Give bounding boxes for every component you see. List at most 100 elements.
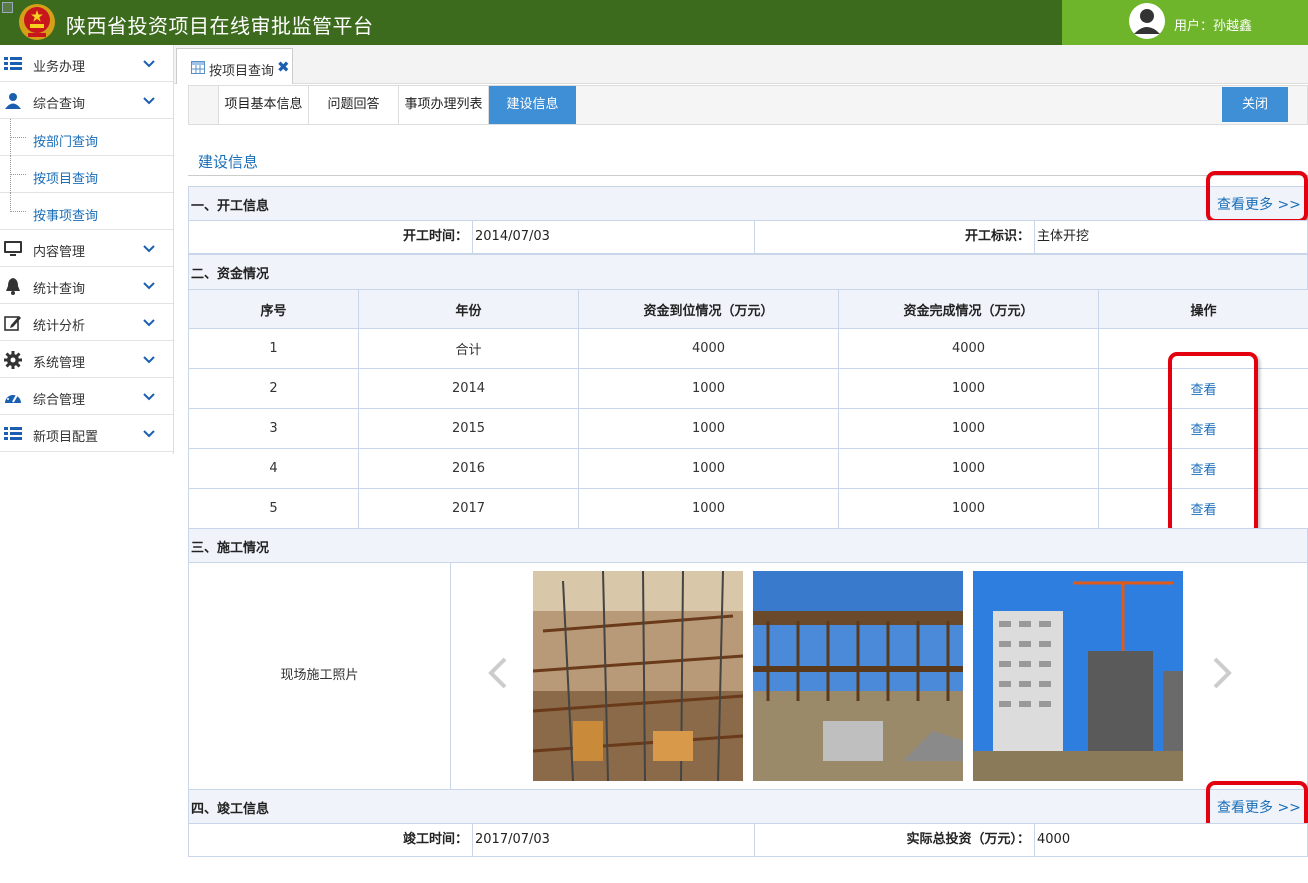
cell-done: 4000 xyxy=(838,328,1099,369)
cell-arrived: 4000 xyxy=(578,328,839,369)
tab-questions[interactable]: 问题回答 xyxy=(308,86,398,124)
sidebar-subitem-label: 按项目查询 xyxy=(33,172,99,187)
start-info-title: 一、开工信息 xyxy=(191,199,270,214)
construction-bar: 三、施工情况 xyxy=(188,528,1308,563)
sidebar-item-label: 综合管理 xyxy=(33,393,86,408)
table-row: 5 2017 1000 1000 查看 xyxy=(188,488,1308,529)
user-label[interactable]: 用户：孙越鑫 xyxy=(1174,15,1252,34)
sidebar-subitem-label: 按事项查询 xyxy=(33,209,99,224)
completion-title: 四、竣工信息 xyxy=(191,802,270,817)
list-icon xyxy=(4,427,22,440)
start-mark-label: 开工标识： xyxy=(755,221,1035,253)
sidebar-item-general[interactable]: 综合管理 xyxy=(0,378,173,415)
cell-arrived: 1000 xyxy=(578,488,839,529)
start-info-row: 开工时间： 2014/07/03 开工标识： 主体开挖 xyxy=(188,220,1308,254)
cell-arrived: 1000 xyxy=(578,448,839,489)
tab-label: 按项目查询 xyxy=(209,64,275,79)
dashboard-icon xyxy=(5,393,21,403)
cell-no: 3 xyxy=(188,408,359,449)
highlight-box xyxy=(1168,352,1258,536)
sidebar-item-query[interactable]: 综合查询 xyxy=(0,82,173,119)
sub-tab-bar: 项目基本信息 问题回答 事项办理列表 建设信息 xyxy=(188,85,1308,125)
chevron-down-icon xyxy=(143,393,155,401)
start-info-bar: 一、开工信息 xyxy=(188,186,1308,221)
buildings-photo-image xyxy=(973,571,1183,781)
user-icon xyxy=(5,93,21,109)
actual-investment-value: 4000 xyxy=(1037,832,1071,847)
column-header: 资金到位情况（万元） xyxy=(578,289,839,329)
sidebar-item-label: 综合查询 xyxy=(33,97,86,112)
sidebar-item-label: 统计查询 xyxy=(33,282,86,297)
edit-icon xyxy=(4,316,21,331)
cell-year: 2014 xyxy=(358,368,579,409)
start-time-value: 2014/07/03 xyxy=(473,221,755,253)
avatar-icon[interactable] xyxy=(1128,2,1166,40)
tab-basic-info[interactable]: 项目基本信息 xyxy=(218,86,308,124)
chevron-down-icon xyxy=(143,319,155,327)
cell-year: 2017 xyxy=(358,488,579,529)
scaffold-photo-image xyxy=(753,571,963,781)
construction-title: 三、施工情况 xyxy=(191,541,270,556)
chevron-down-icon xyxy=(143,282,155,290)
close-tab-icon[interactable]: ✖ xyxy=(277,58,290,76)
column-header: 资金完成情况（万元） xyxy=(838,289,1099,329)
cell-done: 1000 xyxy=(838,448,1099,489)
table-row: 4 2016 1000 1000 查看 xyxy=(188,448,1308,489)
sidebar-subitem-project[interactable]: 按项目查询 xyxy=(0,156,173,193)
start-time-label: 开工时间： xyxy=(189,221,473,253)
table-row: 1 合计 4000 4000 xyxy=(188,328,1308,369)
national-emblem-icon xyxy=(19,4,55,40)
sidebar-item-new-config[interactable]: 新项目配置 xyxy=(0,415,173,452)
table-row: 2 2014 1000 1000 查看 xyxy=(188,368,1308,409)
sidebar-item-business[interactable]: 业务办理 xyxy=(0,45,173,82)
sidebar-item-stat-query[interactable]: 统计查询 xyxy=(0,267,173,304)
section-title: 建设信息 xyxy=(198,153,259,171)
cell-arrived: 1000 xyxy=(578,368,839,409)
funds-bar: 二、资金情况 xyxy=(188,254,1308,290)
cell-done: 1000 xyxy=(838,408,1099,449)
tree-branch xyxy=(10,211,26,212)
cell-year: 2015 xyxy=(358,408,579,449)
funds-table: 序号 年份 资金到位情况（万元） 资金完成情况（万元） 操作 1 合计 4000… xyxy=(188,289,1308,529)
tab-construction-info[interactable]: 建设信息 xyxy=(488,86,576,124)
window-menu-icon[interactable] xyxy=(2,2,13,13)
chevron-down-icon xyxy=(143,245,155,253)
sidebar-item-label: 系统管理 xyxy=(33,356,86,371)
sidebar-subitem-matter[interactable]: 按事项查询 xyxy=(0,193,173,230)
chevron-left-icon[interactable] xyxy=(485,653,511,693)
cell-year: 2016 xyxy=(358,448,579,489)
sidebar-item-system[interactable]: 系统管理 xyxy=(0,341,173,378)
sidebar-subitem-dept[interactable]: 按部门查询 xyxy=(0,119,173,156)
cell-no: 1 xyxy=(188,328,359,369)
chevron-right-icon[interactable] xyxy=(1209,653,1235,693)
cell-done: 1000 xyxy=(838,368,1099,409)
construction-photo[interactable] xyxy=(973,571,1183,781)
construction-photo[interactable] xyxy=(533,571,743,781)
highlight-box xyxy=(1206,171,1308,223)
tab-matters-list[interactable]: 事项办理列表 xyxy=(398,86,488,124)
completion-time-value: 2017/07/03 xyxy=(473,824,755,856)
completion-bar: 四、竣工信息 xyxy=(188,789,1308,824)
photo-label: 现场施工照片 xyxy=(189,563,451,789)
tab-project-query[interactable]: 按项目查询 ✖ xyxy=(176,48,293,84)
gear-icon xyxy=(4,351,22,369)
sidebar: 业务办理 综合查询 按部门查询 按项目查询 按事项查询 内容管理 统计查询 统计… xyxy=(0,45,174,454)
table-header-row: 序号 年份 资金到位情况（万元） 资金完成情况（万元） 操作 xyxy=(188,289,1308,329)
sidebar-item-label: 内容管理 xyxy=(33,245,86,260)
column-header: 序号 xyxy=(188,289,359,329)
actual-investment-label: 实际总投资（万元）： xyxy=(755,824,1035,856)
column-header: 操作 xyxy=(1098,289,1308,329)
chevron-down-icon xyxy=(143,356,155,364)
cell-no: 2 xyxy=(188,368,359,409)
cell-done: 1000 xyxy=(838,488,1099,529)
cell-no: 4 xyxy=(188,448,359,489)
tree-branch xyxy=(10,137,26,138)
close-button[interactable]: 关闭 xyxy=(1222,87,1288,122)
sidebar-item-label: 业务办理 xyxy=(33,60,86,75)
construction-photo[interactable] xyxy=(753,571,963,781)
app-title: 陕西省投资项目在线审批监管平台 xyxy=(66,14,374,38)
monitor-icon xyxy=(4,241,22,256)
column-header: 年份 xyxy=(358,289,579,329)
sidebar-item-stat-analysis[interactable]: 统计分析 xyxy=(0,304,173,341)
sidebar-item-content[interactable]: 内容管理 xyxy=(0,230,173,267)
